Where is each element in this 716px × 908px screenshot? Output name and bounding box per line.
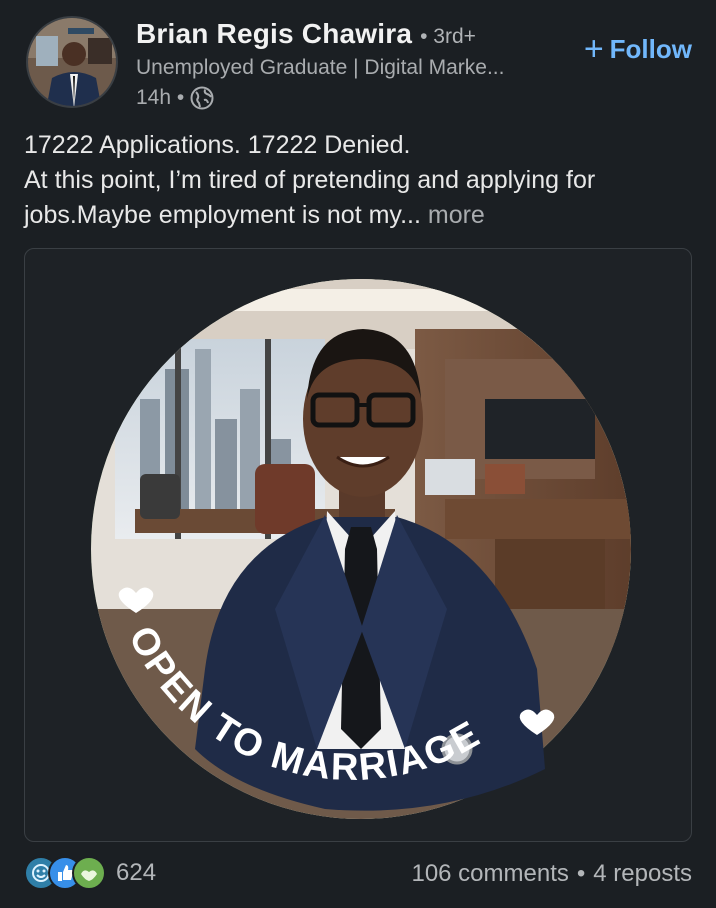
comments-count-link[interactable]: 106 comments — [411, 860, 568, 888]
post-text-line-last: jobs.Maybe employment is not my... more — [24, 198, 694, 233]
post-image: OPEN TO MARRIAGE — [91, 279, 631, 819]
post-image-card[interactable]: OPEN TO MARRIAGE — [24, 248, 692, 842]
post-stats: 106 comments • 4 reposts — [411, 860, 692, 888]
avatar-image — [28, 18, 116, 106]
post-text-line: At this point, I’m tired of pretending a… — [24, 166, 596, 194]
author-name[interactable]: Brian Regis Chawira — [136, 18, 412, 50]
author-avatar[interactable] — [26, 16, 118, 108]
post-text: 17222 Applications. 17222 Denied. At thi… — [24, 128, 694, 233]
support-icon — [72, 856, 106, 890]
follow-button[interactable]: + Follow — [584, 32, 692, 66]
reactions-summary[interactable]: 624 — [24, 856, 156, 890]
post-time: 14h • — [136, 86, 185, 109]
reposts-count-link[interactable]: 4 reposts — [593, 860, 692, 888]
reaction-count: 624 — [116, 859, 157, 886]
post-text-line: jobs.Maybe employment is not my... — [24, 201, 421, 229]
post-text-line: 17222 Applications. 17222 Denied. — [24, 131, 411, 159]
connection-degree: • 3rd+ — [420, 25, 476, 48]
plus-icon: + — [583, 30, 604, 68]
follow-label: Follow — [609, 33, 692, 64]
author-headline: Unemployed Graduate | Digital Marke... — [136, 56, 505, 79]
feed-post: Brian Regis Chawira • 3rd+ Unemployed Gr… — [0, 0, 716, 908]
post-meta: 14h • — [136, 86, 214, 110]
see-more-link[interactable]: more — [428, 201, 485, 229]
stats-separator: • — [576, 860, 586, 887]
globe-icon — [190, 86, 214, 110]
author-name-row: Brian Regis Chawira • 3rd+ — [136, 18, 476, 50]
